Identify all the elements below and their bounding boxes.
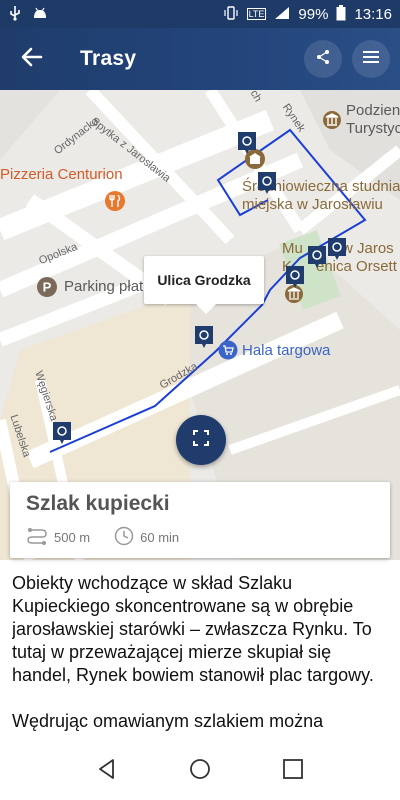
android-icon (32, 6, 48, 23)
description-paragraph: Wędrując omawianym szlakiem można (12, 711, 324, 731)
route-marker[interactable] (284, 264, 306, 290)
fullscreen-icon (192, 429, 210, 452)
poi-muzeum-line2: w Jaros (342, 240, 394, 257)
nav-back-button[interactable] (96, 758, 118, 785)
route-title: Szlak kupiecki (26, 492, 170, 515)
square-recents-icon (282, 758, 304, 784)
menu-button[interactable] (352, 40, 390, 78)
battery-icon (336, 4, 346, 24)
poi-muzeum-line1: Mu (282, 240, 303, 257)
nav-home-button[interactable] (189, 758, 211, 785)
system-nav-bar (0, 742, 400, 800)
route-distance-icon (26, 527, 48, 548)
route-card: Szlak kupiecki 500 m 60 min (10, 482, 390, 558)
route-distance: 500 m (54, 530, 91, 545)
status-bar: LTE 99% 13:16 (0, 0, 400, 28)
app-bar: Trasy (0, 28, 400, 90)
usb-icon (8, 5, 22, 24)
share-icon (315, 49, 331, 70)
arrow-left-icon (21, 47, 43, 72)
battery-percent: 99% (298, 5, 329, 23)
clock: 13:16 (354, 5, 392, 23)
route-marker[interactable] (51, 420, 73, 446)
triangle-back-icon (96, 758, 118, 784)
route-marker[interactable] (306, 244, 328, 270)
poi-tourist-info-line1: Podzien (346, 102, 400, 119)
poi-parking: Parking płat (64, 278, 144, 295)
poi-tourist-info-line2: Turystyc (346, 120, 400, 137)
vibrate-icon (223, 5, 239, 23)
map-callout[interactable]: Ulica Grodzka (144, 256, 264, 314)
page-title: Trasy (80, 47, 137, 70)
clock-icon (114, 526, 134, 549)
route-marker-selected[interactable] (193, 324, 215, 350)
poi-studnia-line2: miejska w Jarosławiu (242, 196, 383, 213)
nav-recents-button[interactable] (282, 758, 304, 785)
share-button[interactable] (304, 40, 342, 78)
poi-hala-targowa: Hala targowa (242, 342, 331, 359)
svg-text:P: P (43, 280, 52, 295)
route-marker[interactable] (326, 236, 348, 262)
hamburger-menu-icon (363, 50, 379, 69)
route-marker[interactable] (256, 170, 278, 196)
poi-pizzeria: Pizzeria Centurion (0, 166, 123, 183)
fullscreen-button[interactable] (176, 415, 226, 465)
route-marker[interactable] (236, 130, 258, 156)
route-description: Obiekty wchodzące w skład Szlaku Kupieck… (12, 572, 388, 742)
signal-icon (274, 6, 290, 23)
route-duration: 60 min (140, 530, 180, 545)
back-button[interactable] (0, 28, 64, 90)
circle-home-icon (189, 758, 211, 784)
lte-icon: LTE (246, 8, 267, 20)
description-paragraph: Obiekty wchodzące w skład Szlaku Kupieck… (12, 573, 374, 685)
